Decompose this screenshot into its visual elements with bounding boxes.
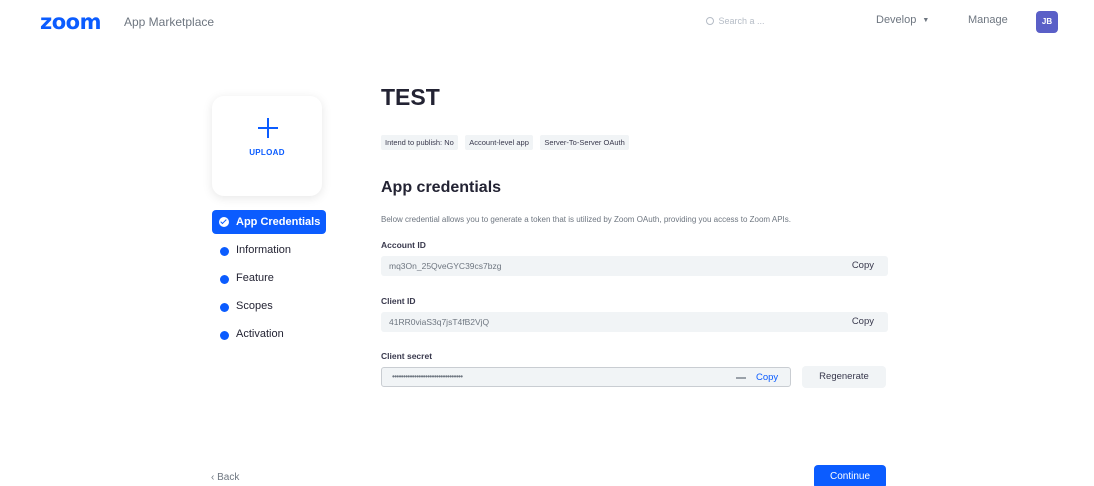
client-secret-label: Client secret (381, 351, 433, 361)
sidebar-item-label: Scopes (236, 300, 273, 312)
account-id-value: mq3On_25QveGYC39cs7bzg (389, 261, 502, 271)
top-header: zoom App Marketplace Search a ... Develo… (0, 0, 1094, 44)
sidebar-item-scopes[interactable]: Scopes (212, 294, 326, 322)
account-id-field[interactable]: mq3On_25QveGYC39cs7bzg Copy (381, 256, 888, 276)
tag-oauth-type: Server-To-Server OAuth (540, 135, 629, 150)
tag-account-level: Account-level app (465, 135, 533, 150)
dot-icon (220, 303, 229, 312)
search-icon (706, 17, 714, 25)
client-id-value: 41RR0viaS3q7jsT4fB2VjQ (389, 317, 490, 327)
client-id-field[interactable]: 41RR0viaS3q7jsT4fB2VjQ Copy (381, 312, 888, 332)
sidebar-item-feature[interactable]: Feature (212, 266, 326, 294)
zoom-logo[interactable]: zoom (40, 10, 101, 34)
search-input[interactable]: Search a ... (697, 11, 833, 33)
search-placeholder: Search a ... (718, 16, 765, 26)
page-title: TEST (381, 84, 440, 110)
manage-link[interactable]: Manage (968, 14, 1008, 26)
sidebar-nav: App Credentials Information Feature Scop… (212, 210, 326, 350)
sidebar-item-information[interactable]: Information (212, 238, 326, 266)
client-id-label: Client ID (381, 296, 416, 306)
plus-icon (258, 118, 278, 138)
section-description: Below credential allows you to generate … (381, 215, 791, 224)
upload-label: UPLOAD (249, 148, 285, 157)
client-secret-field[interactable]: •••••••••••••••••••••••••••••••• Copy (381, 367, 791, 387)
back-link[interactable]: ‹ Back (211, 472, 239, 483)
section-title: App credentials (381, 179, 502, 196)
sidebar-item-label: App Credentials (236, 216, 321, 228)
sidebar-item-label: Information (236, 244, 292, 256)
app-tags: Intend to publish: No Account-level app … (381, 132, 632, 150)
copy-client-id-button[interactable]: Copy (852, 316, 874, 327)
client-secret-value: •••••••••••••••••••••••••••••••• (392, 372, 463, 381)
copy-account-id-button[interactable]: Copy (852, 260, 874, 271)
develop-label: Develop (876, 14, 917, 26)
dot-icon (220, 275, 229, 284)
sidebar-item-label: Feature (236, 272, 274, 284)
develop-menu[interactable]: Develop ▼ (876, 14, 929, 26)
sidebar-item-activation[interactable]: Activation (212, 322, 326, 350)
avatar[interactable]: JB (1036, 11, 1058, 33)
hide-secret-icon[interactable] (736, 377, 746, 379)
copy-client-secret-button[interactable]: Copy (756, 372, 778, 383)
sidebar-item-label: Activation (236, 328, 284, 340)
tag-publish: Intend to publish: No (381, 135, 458, 150)
check-circle-icon (219, 217, 229, 227)
dot-icon (220, 331, 229, 340)
chevron-down-icon: ▼ (922, 17, 930, 24)
regenerate-button[interactable]: Regenerate (802, 366, 886, 388)
continue-button[interactable]: Continue (814, 465, 886, 486)
account-id-label: Account ID (381, 240, 426, 250)
app-marketplace-link[interactable]: App Marketplace (124, 15, 214, 29)
back-label: Back (217, 472, 240, 483)
upload-card[interactable]: UPLOAD (212, 96, 322, 196)
dot-icon (220, 247, 229, 256)
sidebar-item-app-credentials[interactable]: App Credentials (212, 210, 326, 234)
